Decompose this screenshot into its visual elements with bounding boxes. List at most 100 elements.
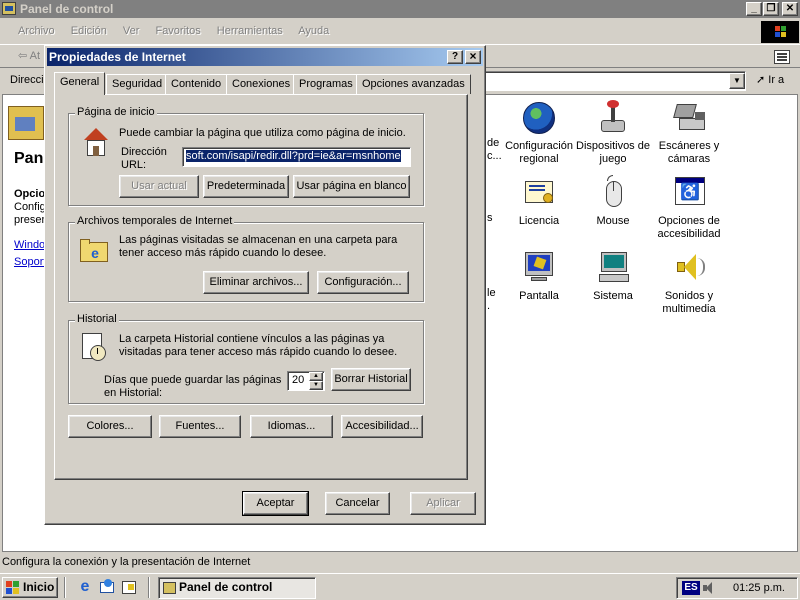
history-days-spinner-up[interactable]: ▲	[309, 372, 323, 381]
window-titlebar[interactable]: Panel de control _ ❐ ✕	[0, 0, 800, 18]
globe-icon	[521, 100, 557, 136]
quicklaunch-separator	[64, 577, 66, 598]
restore-button[interactable]: ❐	[763, 2, 779, 16]
monitor-icon	[521, 250, 557, 286]
use-current-button[interactable]: Usar actual	[119, 175, 199, 198]
task-control-panel-icon	[163, 582, 176, 594]
start-label: Inicio	[23, 580, 55, 594]
menu-ayuda[interactable]: Ayuda	[298, 25, 329, 37]
close-button[interactable]: ✕	[782, 2, 798, 16]
mouse-icon	[595, 175, 631, 211]
home-desc: Puede cambiar la página que utiliza como…	[119, 127, 406, 139]
tab-contenido[interactable]: Contenido	[165, 74, 228, 94]
dialog-help-button[interactable]: ?	[447, 50, 463, 64]
address-dropdown[interactable]: ▼	[729, 73, 745, 89]
control-panel-icon	[2, 2, 16, 15]
menu-favoritos[interactable]: Favoritos	[155, 25, 200, 37]
cp-item-sounds[interactable]: Sonidos y multimedia	[646, 250, 732, 316]
menu-ver[interactable]: Ver	[123, 25, 140, 37]
windows-logo	[761, 21, 799, 43]
partial-label-3: s	[487, 212, 493, 224]
panel-link-support[interactable]: Soport	[14, 256, 46, 268]
address-label: Direcci	[10, 74, 44, 86]
menu-bar: Archivo Edición Ver Favoritos Herramient…	[0, 20, 760, 42]
address-input[interactable]	[470, 71, 746, 91]
use-default-button[interactable]: Predeterminada	[203, 175, 289, 198]
tab-opciones-avanzadas[interactable]: Opciones avanzadas	[356, 74, 471, 94]
back-button[interactable]: ⇦ At	[18, 49, 40, 62]
scanner-icon	[671, 100, 707, 136]
accessibility-button[interactable]: Accesibilidad...	[341, 415, 423, 438]
volume-icon[interactable]	[703, 581, 717, 595]
cp-label-sounds: Sonidos y multimedia	[662, 290, 716, 315]
cancel-button[interactable]: Cancelar	[325, 492, 390, 515]
taskbar-separator	[148, 577, 150, 598]
use-blank-button[interactable]: Usar página en blanco	[293, 175, 410, 198]
panel-link-windows[interactable]: Windo	[14, 239, 45, 251]
computer-icon	[595, 250, 631, 286]
cp-label-system: Sistema	[593, 290, 633, 302]
dialog-titlebar[interactable]: Propiedades de Internet ? ×	[47, 48, 483, 66]
panel-subheading: Opcio	[14, 188, 46, 200]
dialog-close-button[interactable]: ×	[465, 50, 481, 64]
window-title: Panel de control	[20, 2, 114, 16]
tab-programas[interactable]: Programas	[293, 74, 359, 94]
languages-button[interactable]: Idiomas...	[250, 415, 333, 438]
ie-quicklaunch-icon[interactable]: e	[76, 579, 94, 597]
task-panel-control[interactable]: Panel de control	[158, 577, 316, 599]
cp-item-game[interactable]: Dispositivos de juego	[570, 100, 656, 166]
back-label: At	[29, 50, 41, 62]
panel-text-1: Config	[14, 201, 46, 213]
address-url-label: Dirección URL:	[121, 146, 167, 171]
cp-item-accessibility[interactable]: ♿ Opciones de accesibilidad	[646, 175, 732, 241]
temp-files-legend: Archivos temporales de Internet	[75, 215, 235, 227]
home-url-input[interactable]: soft.com/isapi/redir.dll?prd=ie&ar=msnho…	[182, 147, 411, 167]
cp-label-scanners: Escáneres y cámaras	[658, 140, 720, 165]
history-days-label: Días que puede guardar las páginas en Hi…	[104, 374, 282, 399]
colors-button[interactable]: Colores...	[68, 415, 152, 438]
system-tray: ES 01:25 p.m.	[676, 577, 798, 599]
partial-label-4: le	[487, 287, 496, 299]
apply-button[interactable]: Aplicar	[410, 492, 476, 515]
temp-settings-button[interactable]: Configuración...	[317, 271, 409, 294]
start-button[interactable]: Inicio	[2, 577, 58, 598]
tab-conexiones[interactable]: Conexiones	[226, 74, 297, 94]
temp-desc: Las páginas visitadas se almacenan en un…	[119, 234, 398, 259]
panel-banner-icon	[8, 106, 44, 140]
panel-text-2: presen	[14, 214, 48, 226]
views-icon[interactable]	[774, 50, 790, 64]
clear-history-button[interactable]: Borrar Historial	[331, 368, 411, 391]
menu-herramientas[interactable]: Herramientas	[217, 25, 283, 37]
windows-flag-icon	[6, 581, 20, 594]
accessibility-icon: ♿	[671, 175, 707, 211]
temp-folder-icon: e	[80, 236, 110, 264]
task-label: Panel de control	[179, 580, 273, 594]
history-icon	[82, 333, 110, 363]
language-indicator[interactable]: ES	[682, 581, 700, 595]
speaker-icon	[671, 250, 707, 286]
tab-general[interactable]: General	[54, 72, 106, 95]
status-bar: Configura la conexión y la presentación …	[0, 553, 800, 573]
show-desktop-icon[interactable]	[120, 579, 138, 597]
history-days-spinner-down[interactable]: ▼	[309, 381, 323, 390]
delete-files-button[interactable]: Eliminar archivos...	[203, 271, 309, 294]
go-button[interactable]: ➚ Ir a	[756, 73, 784, 86]
menu-archivo[interactable]: Archivo	[18, 25, 55, 37]
panel-heading: Pan	[14, 150, 44, 167]
minimize-button[interactable]: _	[746, 2, 762, 16]
fonts-button[interactable]: Fuentes...	[159, 415, 241, 438]
history-days-value: 20	[292, 374, 305, 386]
go-label: Ir a	[768, 74, 785, 86]
cp-item-system[interactable]: Sistema	[570, 250, 656, 303]
cp-label-game: Dispositivos de juego	[576, 140, 650, 165]
ok-button[interactable]: Aceptar	[242, 491, 309, 516]
clock[interactable]: 01:25 p.m.	[733, 582, 785, 594]
outlook-express-icon[interactable]	[98, 579, 116, 597]
cp-item-mouse[interactable]: Mouse	[570, 175, 656, 228]
cp-item-scanners[interactable]: Escáneres y cámaras	[646, 100, 732, 166]
cp-label-accessibility: Opciones de accesibilidad	[657, 215, 721, 240]
home-url-value: soft.com/isapi/redir.dll?prd=ie&ar=msnho…	[186, 150, 401, 162]
tab-seguridad[interactable]: Seguridad	[106, 74, 169, 94]
go-arrow-icon: ➚	[756, 74, 766, 86]
menu-edicion[interactable]: Edición	[71, 25, 107, 37]
